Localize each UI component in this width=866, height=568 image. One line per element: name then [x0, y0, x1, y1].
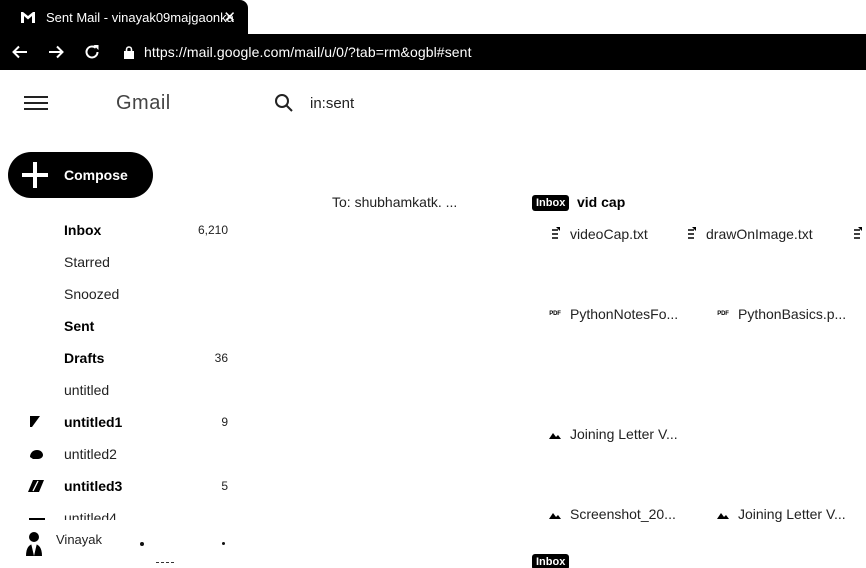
sidebar-item-inbox[interactable]: Inbox 6,210 — [0, 214, 240, 246]
attachment-name: drawOnImage.txt — [706, 226, 813, 242]
address-bar[interactable]: https://mail.google.com/mail/u/0/?tab=rm… — [144, 44, 472, 60]
sidebar-item-snoozed[interactable]: Snoozed — [0, 278, 240, 310]
main-menu-button[interactable] — [22, 92, 50, 114]
sidebar-item-label: untitled — [64, 382, 110, 398]
label-icon — [28, 480, 44, 492]
gmail-favicon-icon — [21, 12, 35, 23]
label-icon — [30, 450, 43, 459]
divider — [156, 562, 174, 563]
sidebar-item-label: Inbox — [64, 222, 102, 238]
attachment-name: Screenshot_20... — [570, 506, 676, 522]
attachment-name: PythonBasics.p... — [738, 306, 847, 322]
message-subject[interactable]: vid cap — [577, 194, 625, 210]
image-file-icon — [548, 507, 562, 521]
back-button[interactable] — [4, 34, 36, 70]
gmail-logo[interactable]: Gmail — [116, 92, 171, 115]
sidebar-item-label: Starred — [64, 254, 110, 270]
search-input[interactable] — [310, 93, 610, 113]
sidebar-item-untitled1[interactable]: untitled1 9 — [0, 406, 240, 438]
browser-tab[interactable]: Sent Mail - vinayak09majgaonka ✕ — [0, 0, 248, 34]
label-icon — [30, 416, 40, 427]
sidebar-item-label: untitled1 — [64, 414, 123, 430]
attachment-chip[interactable]: videoCap.txt — [548, 224, 648, 244]
reload-icon — [85, 45, 99, 59]
text-file-icon — [548, 227, 562, 241]
text-file-icon — [850, 227, 864, 241]
attachment-chip-overflow[interactable] — [850, 224, 866, 244]
sidebar-item-drafts[interactable]: Drafts 36 — [0, 342, 240, 374]
arrow-right-icon — [49, 45, 64, 59]
sidebar-item-label: Drafts — [64, 350, 105, 366]
forward-button[interactable] — [40, 34, 72, 70]
attachment-chip[interactable]: Joining Letter V... — [716, 504, 846, 524]
sidebar-item-starred[interactable]: Starred — [0, 246, 240, 278]
text-file-icon — [684, 227, 698, 241]
sidebar-item-label: Sent — [64, 318, 95, 334]
attachment-name: Joining Letter V... — [738, 506, 846, 522]
image-file-icon — [716, 507, 730, 521]
attachment-chip[interactable]: drawOnImage.txt — [684, 224, 813, 244]
sidebar-item-count: 9 — [221, 415, 228, 429]
arrow-left-icon — [12, 45, 27, 59]
compose-button[interactable]: Compose — [8, 152, 153, 198]
reload-button[interactable] — [76, 34, 108, 70]
attachment-chip[interactable]: Joining Letter V... — [548, 424, 678, 444]
search-icon[interactable] — [274, 93, 294, 113]
pdf-icon: PDF — [717, 311, 729, 317]
attachment-chip[interactable]: PDF PythonNotesFo... — [548, 304, 678, 324]
pdf-icon: PDF — [549, 311, 561, 317]
inbox-label-badge: Inbox — [532, 195, 570, 211]
plus-icon — [22, 162, 48, 188]
inbox-label-badge: Inbox — [532, 554, 570, 568]
tab-strip: Sent Mail - vinayak09majgaonka ✕ — [0, 0, 866, 34]
hangouts-account-bar[interactable]: Vinayak — [0, 520, 240, 568]
attachment-name: Joining Letter V... — [570, 426, 678, 442]
tab-close-icon[interactable]: ✕ — [223, 8, 236, 26]
sidebar-item-untitled2[interactable]: untitled2 — [0, 438, 240, 470]
attachment-chip[interactable]: PDF PythonBasics.p... — [716, 304, 846, 324]
sidebar-item-label: untitled3 — [64, 478, 123, 494]
sidebar-item-untitled[interactable]: untitled — [0, 374, 240, 406]
browser-toolbar: https://mail.google.com/mail/u/0/?tab=rm… — [0, 34, 866, 70]
sidebar-item-count: 5 — [221, 479, 228, 493]
avatar — [26, 532, 42, 556]
attachment-chip[interactable]: Screenshot_20... — [548, 504, 676, 524]
status-dot — [140, 542, 144, 546]
attachment-name: PythonNotesFo... — [570, 306, 679, 322]
sidebar-item-label: Snoozed — [64, 286, 120, 302]
sidebar-item-count: 36 — [214, 351, 228, 365]
sidebar-item-sent[interactable]: Sent — [0, 310, 240, 342]
tab-title: Sent Mail - vinayak09majgaonka — [46, 9, 234, 25]
image-file-icon — [548, 427, 562, 441]
sidebar-item-label: untitled2 — [64, 446, 117, 462]
sidebar-item-count: 6,210 — [197, 223, 228, 237]
sidebar-item-untitled3[interactable]: untitled3 5 — [0, 470, 240, 502]
compose-label: Compose — [64, 167, 128, 183]
status-dot — [222, 542, 225, 545]
account-name: Vinayak — [56, 532, 103, 547]
attachment-name: videoCap.txt — [570, 226, 648, 242]
lock-icon[interactable] — [122, 34, 136, 70]
message-recipient[interactable]: To: shubhamkatk. ... — [332, 194, 457, 210]
